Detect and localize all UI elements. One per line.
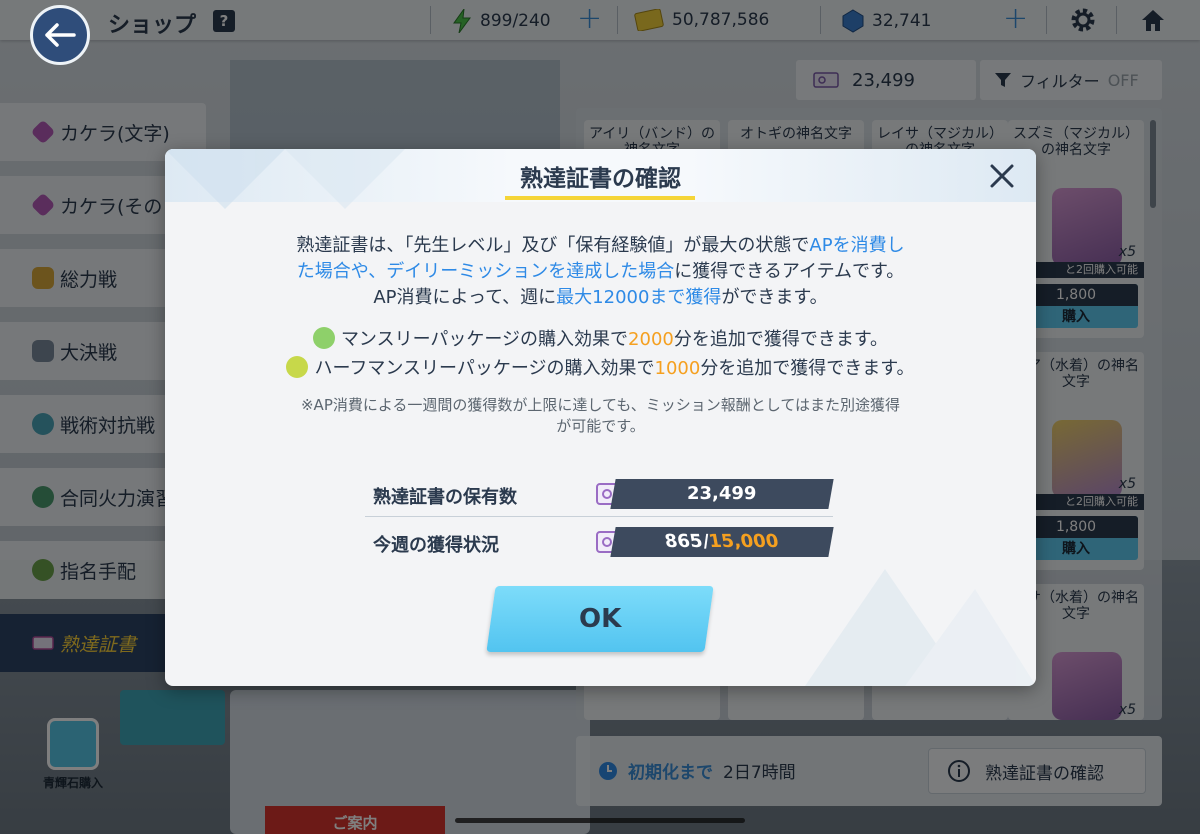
dialog-title: 熟達証書の確認	[520, 166, 681, 192]
bonus-text: マンスリーパッケージの購入効果で	[340, 329, 629, 350]
description-text: に獲得できるアイテムです。	[674, 261, 905, 282]
held-count-value: 23,499	[610, 479, 834, 509]
certificate-dialog: 熟達証書の確認 熟達証書は、「先生レベル」及び「保有経験値」が最大の状態でAPを…	[165, 149, 1036, 686]
held-count-label: 熟達証書の保有数	[373, 487, 517, 508]
bonus-text: 分を追加で獲得できます。	[673, 329, 889, 350]
close-icon[interactable]	[985, 159, 1019, 193]
weekly-status-label: 今週の獲得状況	[373, 535, 499, 556]
half-monthly-package-icon	[286, 356, 309, 378]
monthly-package-icon	[312, 327, 335, 349]
bonus-amount: 2000	[628, 329, 674, 350]
bonus-text: ハーフマンスリーパッケージの購入効果で	[314, 358, 655, 379]
note-line: ※AP消費による一週間の獲得数が上限に達しても、ミッション報酬としてはまた別途獲…	[300, 396, 901, 414]
weekly-max: 15,000	[707, 531, 781, 552]
description-highlight: APを消費し	[809, 235, 905, 256]
arrow-left-icon	[45, 23, 76, 47]
note-line: が可能です。	[556, 417, 645, 435]
description-highlight: 最大12000まで獲得	[556, 287, 722, 308]
held-count-text: 23,499	[687, 483, 757, 504]
weekly-status-value: 865/15,000	[610, 527, 834, 557]
ok-label: OK	[578, 604, 622, 634]
description-text: 熟達証書は、「先生レベル」及び「保有経験値」が最大の状態で	[296, 235, 810, 256]
bonus-text: 分を追加で獲得できます。	[700, 358, 915, 379]
description-text: ができます。	[721, 287, 828, 308]
description-text: AP消費によって、週に	[373, 287, 557, 308]
back-button[interactable]	[30, 5, 90, 65]
dialog-description: 熟達証書は、「先生レベル」及び「保有経験値」が最大の状態でAPを消費し た場合や…	[165, 233, 1036, 311]
dialog-note: ※AP消費による一週間の獲得数が上限に達しても、ミッション報酬としてはまた別途獲…	[165, 395, 1036, 437]
decorative-triangles	[805, 569, 1036, 686]
weekly-current: 865	[663, 531, 705, 552]
ok-button[interactable]: OK	[486, 586, 714, 652]
stat-divider	[365, 516, 833, 517]
monthly-bonus: マンスリーパッケージの購入効果で2000分を追加で獲得できます。	[165, 325, 1036, 351]
description-highlight: た場合や、デイリーミッションを達成した場合	[296, 261, 675, 282]
bonus-amount: 1000	[654, 358, 701, 379]
half-monthly-bonus: ハーフマンスリーパッケージの購入効果で1000分を追加で獲得できます。	[165, 354, 1036, 380]
title-underline	[505, 196, 695, 200]
